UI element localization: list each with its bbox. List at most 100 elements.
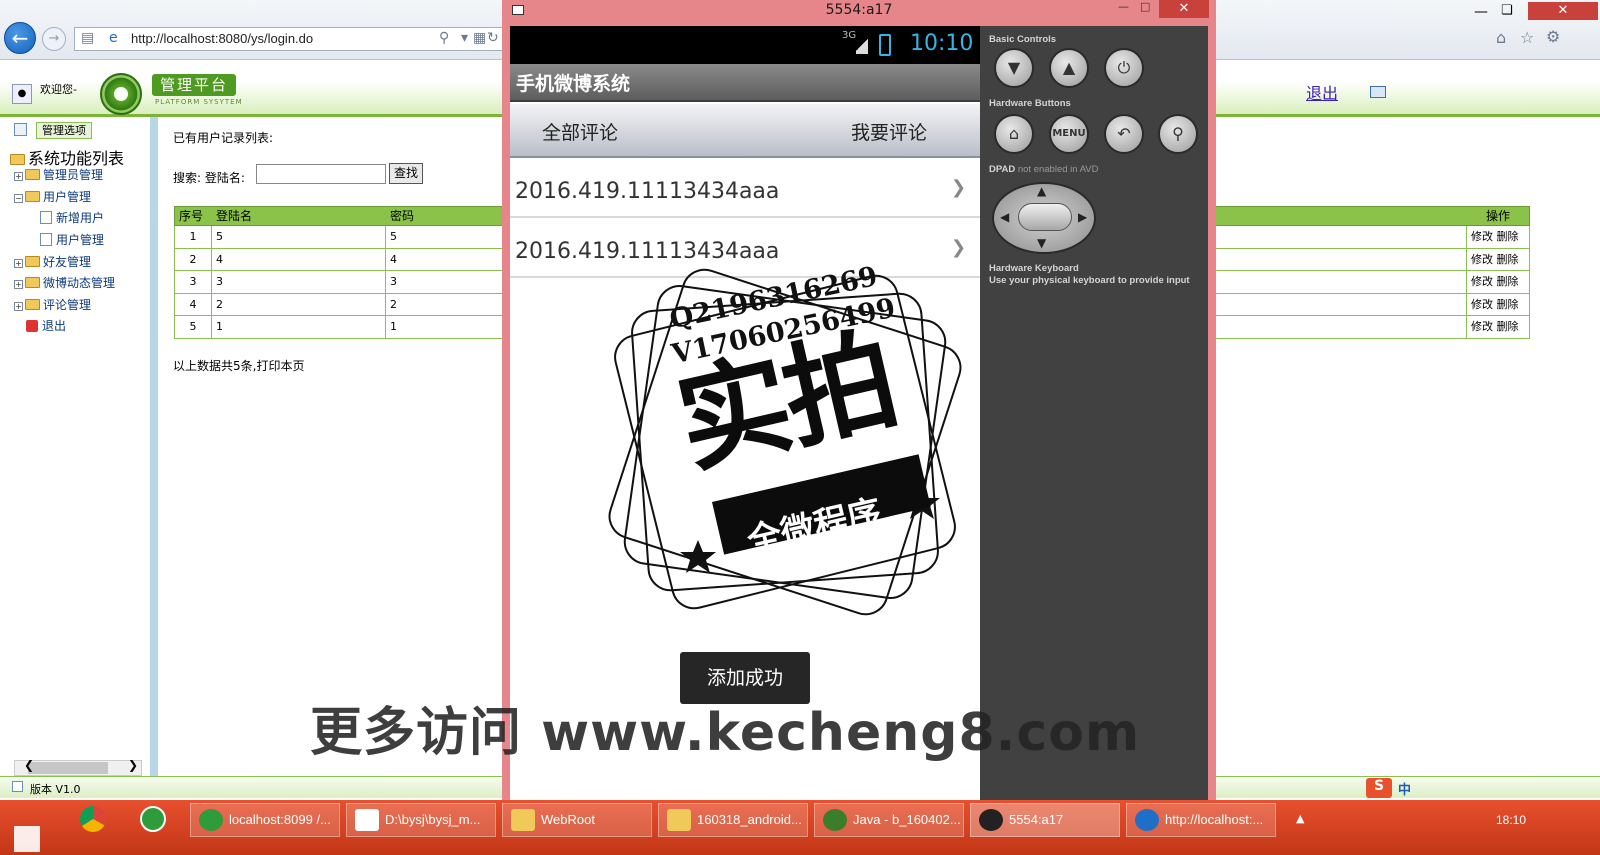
taskbar-task[interactable]: Java - b_160402... — [814, 803, 964, 837]
logo-icon — [100, 73, 142, 115]
delete-link[interactable]: 删除 — [1497, 230, 1519, 243]
sidebar-item-add-user[interactable]: 新增用户 — [40, 209, 104, 226]
sidebar-item-friends[interactable]: + 好友管理 — [14, 253, 91, 270]
back-arrow-icon[interactable]: ↶ — [1104, 114, 1144, 154]
header-no: 序号 — [175, 207, 212, 225]
document-icon — [12, 781, 23, 792]
sidebar-item-admin[interactable]: + 管理员管理 — [14, 166, 103, 183]
chrome-icon[interactable] — [80, 806, 106, 832]
search-button-icon[interactable]: ⚲ — [1158, 114, 1198, 154]
chevron-down-icon[interactable]: ▾ — [461, 30, 468, 46]
sidebar-item-label: 评论管理 — [43, 298, 92, 312]
taskbar-task[interactable]: http://localhost:... — [1126, 803, 1276, 837]
volume-down-icon[interactable]: ▼ — [994, 48, 1034, 88]
window-minimize-icon[interactable]: — — [1474, 4, 1488, 20]
power-icon[interactable]: ⏻ — [1104, 48, 1144, 88]
expand-icon[interactable]: + — [14, 259, 23, 268]
emulator-maximize-icon[interactable]: □ — [1140, 0, 1150, 13]
home-button-icon[interactable]: ⌂ — [994, 114, 1034, 154]
signal-icon — [856, 36, 868, 54]
taskbar-task[interactable]: D:\bysj\bysj_m... — [346, 803, 496, 837]
table-header: 操作 — [1210, 206, 1530, 226]
scroll-left-icon[interactable]: ❮ — [24, 758, 34, 772]
display-icon[interactable] — [1370, 86, 1386, 98]
window-close-button[interactable]: ✕ — [1528, 2, 1598, 20]
sidebar-item-weibo[interactable]: + 微博动态管理 — [14, 274, 115, 291]
ime-mode[interactable]: 中 — [1398, 779, 1411, 798]
browser-icon[interactable] — [140, 806, 166, 832]
task-label: Java - b_160402... — [853, 812, 961, 827]
logout-link[interactable]: 退出 — [1306, 80, 1338, 104]
gear-icon[interactable]: ⚙ — [1546, 27, 1560, 46]
back-button[interactable]: ← — [4, 22, 36, 54]
tab-my-comment[interactable]: 我要评论 — [851, 118, 927, 145]
cell-no: 3 — [175, 271, 212, 293]
expand-icon[interactable]: + — [14, 302, 23, 311]
user-icon: ● — [12, 84, 32, 104]
delete-link[interactable]: 删除 — [1497, 275, 1519, 288]
taskbar-task-active[interactable]: 5554:a17 — [970, 803, 1120, 837]
list-item[interactable]: 2016.419.11113434aaa ❯ — [510, 160, 980, 218]
welcome-text: 欢迎您- — [40, 83, 77, 96]
address-bar[interactable]: ▤ e http://localhost:8080/ys/login.do ⚲ … — [74, 27, 506, 51]
watermark-url: 更多访问 www.kecheng8.com — [310, 703, 1141, 763]
sidebar-header: 管理选项 — [36, 122, 92, 139]
tray-clock[interactable]: 18:10 — [1496, 813, 1526, 827]
tab-all-comments[interactable]: 全部评论 — [542, 118, 618, 145]
search-icon[interactable]: ⚲ — [439, 30, 449, 46]
header-login: 登陆名 — [212, 207, 386, 225]
emulator-close-button[interactable]: ✕ — [1159, 0, 1209, 18]
volume-up-icon[interactable]: ▲ — [1049, 48, 1089, 88]
compat-view-icon[interactable]: ▦ — [473, 30, 486, 46]
menu-button[interactable]: MENU — [1049, 114, 1089, 154]
scroll-right-icon[interactable]: ❯ — [128, 758, 138, 772]
sidebar-item-label: 微博动态管理 — [43, 276, 116, 290]
sidebar-item-label: 用户管理 — [43, 190, 92, 204]
sidebar-item-comments[interactable]: + 评论管理 — [14, 296, 91, 313]
cell-login: 4 — [212, 248, 386, 270]
forward-button[interactable]: → — [42, 27, 66, 51]
edit-link[interactable]: 修改 — [1471, 275, 1493, 288]
tray-expand-icon[interactable]: ▲ — [1296, 812, 1304, 825]
edit-link[interactable]: 修改 — [1471, 253, 1493, 266]
cell-login: 1 — [212, 316, 386, 338]
window-restore-icon[interactable]: ❏ — [1501, 3, 1513, 18]
cell-password: 1 — [390, 320, 397, 333]
edit-link[interactable]: 修改 — [1471, 230, 1493, 243]
refresh-icon[interactable]: ↻ — [487, 30, 499, 46]
browser-icon — [199, 809, 223, 831]
folder-icon — [25, 169, 40, 180]
collapse-icon[interactable]: − — [14, 194, 23, 203]
folder-icon — [25, 277, 40, 288]
dpad-left-icon[interactable]: ◀ — [1000, 210, 1009, 224]
dpad-center[interactable] — [1018, 203, 1072, 231]
dpad-label-text: DPAD — [989, 164, 1016, 175]
dpad-up-icon[interactable]: ▲ — [1037, 184, 1046, 198]
sidebar-item-users[interactable]: − 用户管理 — [14, 188, 91, 205]
delete-link[interactable]: 删除 — [1497, 253, 1519, 266]
edit-link[interactable]: 修改 — [1471, 298, 1493, 311]
sidebar-item-user-manage[interactable]: 用户管理 — [40, 231, 104, 248]
edit-link[interactable]: 修改 — [1471, 320, 1493, 333]
scrollbar-thumb[interactable] — [28, 762, 108, 774]
delete-link[interactable]: 删除 — [1497, 320, 1519, 333]
list-title: 已有用户记录列表: — [173, 131, 274, 145]
expand-icon[interactable]: + — [14, 280, 23, 289]
home-icon[interactable]: ⌂ — [1496, 28, 1506, 47]
taskbar-task[interactable]: localhost:8099 /... — [190, 803, 340, 837]
emulator-minimize-icon[interactable]: — — [1118, 0, 1129, 13]
dpad-down-icon[interactable]: ▼ — [1037, 236, 1046, 250]
delete-link[interactable]: 删除 — [1497, 298, 1519, 311]
favorites-icon[interactable]: ☆ — [1520, 28, 1534, 47]
windows-start-icon[interactable] — [14, 826, 40, 852]
taskbar-task[interactable]: WebRoot — [502, 803, 652, 837]
taskbar-task[interactable]: 160318_android... — [658, 803, 808, 837]
search-input[interactable] — [256, 164, 386, 184]
sogou-ime-icon[interactable]: S — [1366, 778, 1392, 798]
compat-icon[interactable]: ▤ — [81, 30, 94, 46]
search-button[interactable]: 查找 — [389, 163, 423, 184]
dpad-right-icon[interactable]: ▶ — [1078, 210, 1087, 224]
expand-icon[interactable]: + — [14, 172, 23, 181]
android-icon — [979, 809, 1003, 831]
sidebar-item-exit[interactable]: 退出 — [26, 317, 66, 334]
